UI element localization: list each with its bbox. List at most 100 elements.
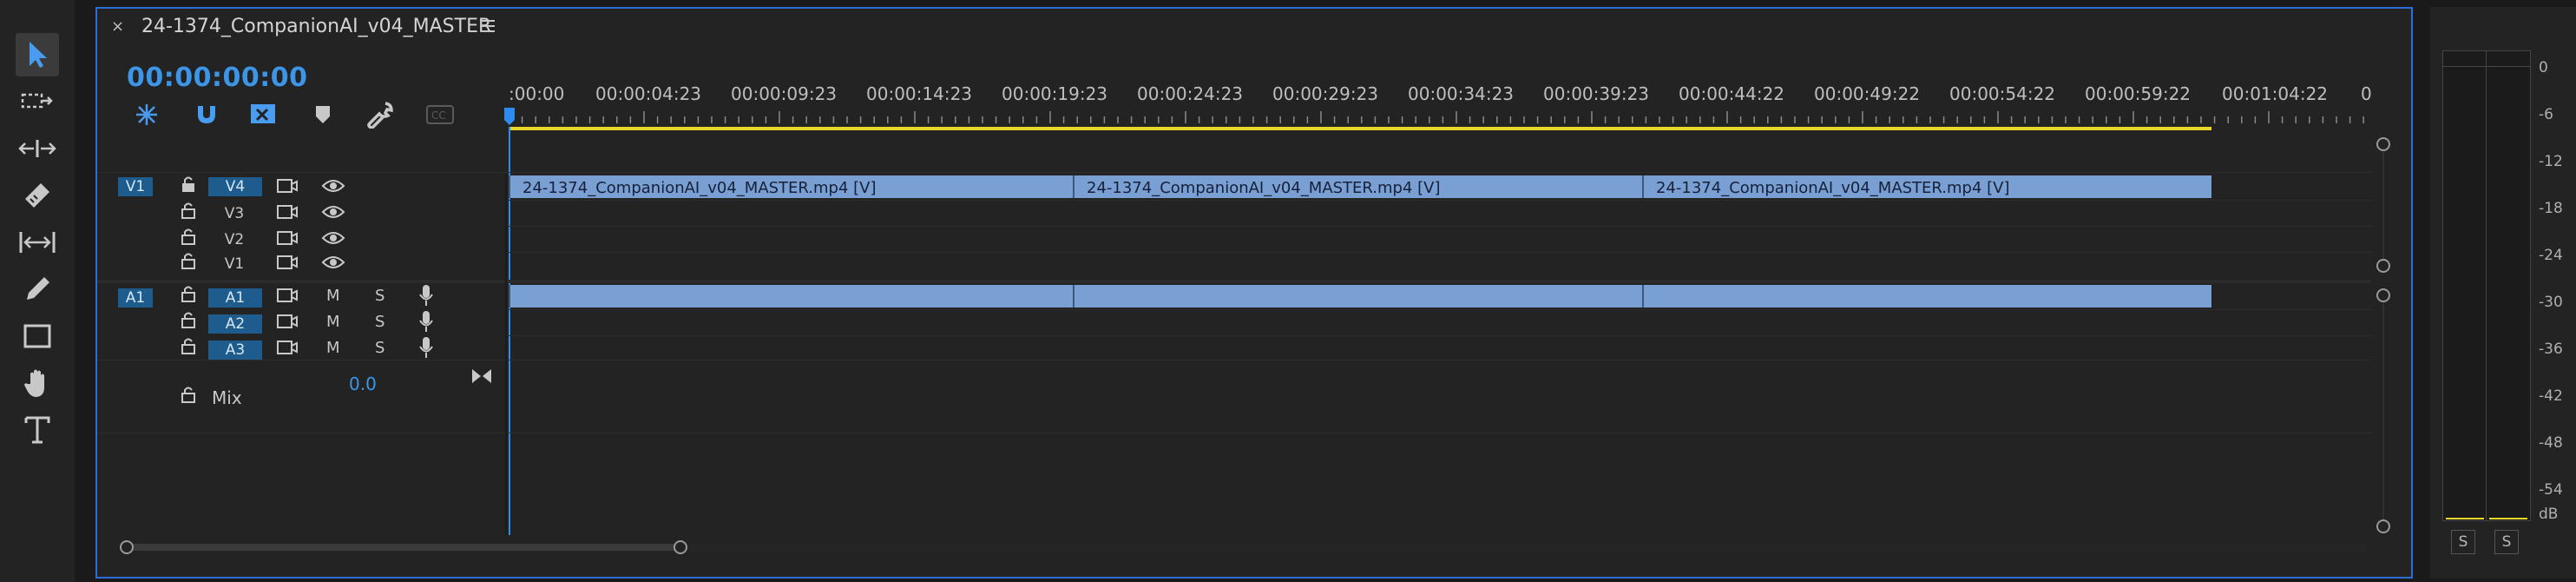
ripple-edit-tool-icon[interactable] xyxy=(16,127,59,170)
film-icon[interactable] xyxy=(276,203,299,225)
solo-button[interactable]: S xyxy=(375,313,384,331)
work-area-bar[interactable] xyxy=(509,127,2211,130)
mic-icon[interactable] xyxy=(418,283,434,312)
source-patch-v1[interactable]: V1 xyxy=(118,177,153,196)
solo-left-button[interactable]: S xyxy=(2451,530,2475,554)
lock-icon[interactable] xyxy=(181,337,196,359)
audio-clip[interactable] xyxy=(1073,285,1642,308)
track-label-v1[interactable]: V1 xyxy=(217,255,252,273)
audio-clip[interactable] xyxy=(1642,285,2211,308)
video-clip[interactable]: 24-1374_CompanionAI_v04_MASTER.mp4 [V] xyxy=(1073,175,1642,198)
playhead-timecode[interactable]: 00:00:00:00 xyxy=(127,63,307,93)
slip-tool-icon[interactable] xyxy=(16,221,59,264)
pen-tool-icon[interactable] xyxy=(16,268,59,311)
razor-tool-icon[interactable] xyxy=(16,174,59,217)
eye-icon[interactable] xyxy=(321,229,345,251)
mute-button[interactable]: M xyxy=(326,287,340,305)
video-audio-divider xyxy=(97,280,2371,283)
meter-level-left xyxy=(2446,518,2484,519)
audio-clip[interactable] xyxy=(509,285,1073,308)
hand-tool-icon[interactable] xyxy=(16,361,59,405)
db-scale-label: -6 xyxy=(2539,106,2553,123)
mic-icon[interactable] xyxy=(418,335,434,364)
panel-menu-icon[interactable] xyxy=(480,19,496,36)
solo-button[interactable]: S xyxy=(375,287,384,305)
meter-level-right xyxy=(2489,518,2527,519)
lock-icon[interactable] xyxy=(181,175,196,197)
eye-icon[interactable] xyxy=(321,177,345,199)
solo-right-button[interactable]: S xyxy=(2494,530,2519,554)
nest-icon[interactable] xyxy=(132,103,161,130)
eye-icon[interactable] xyxy=(321,254,345,275)
horizontal-zoom-handle-right[interactable] xyxy=(674,540,687,554)
captions-icon[interactable]: CC xyxy=(425,104,455,129)
db-scale-label: -54 xyxy=(2539,481,2563,499)
track-select-tool-icon[interactable] xyxy=(16,80,59,123)
ruler-label: 00:00:24:23 xyxy=(1137,83,1244,104)
film-icon[interactable] xyxy=(276,229,299,251)
ruler-label: :00:00 xyxy=(509,83,565,104)
meter-divider xyxy=(2486,50,2487,521)
selection-tool-icon[interactable] xyxy=(16,33,59,76)
lock-icon[interactable] xyxy=(181,252,196,274)
meter-frame xyxy=(2442,50,2531,521)
film-icon[interactable] xyxy=(276,313,299,334)
lock-icon[interactable] xyxy=(181,386,196,407)
audio-zoom-handle-bottom[interactable] xyxy=(2376,519,2390,533)
video-clip[interactable]: 24-1374_CompanionAI_v04_MASTER.mp4 [V] xyxy=(509,175,1073,198)
film-icon[interactable] xyxy=(276,177,299,199)
track-row-line xyxy=(507,309,2373,310)
audio-zoom-handle-top[interactable] xyxy=(2376,288,2390,302)
horizontal-zoom-handle-left[interactable] xyxy=(120,540,134,554)
mic-icon[interactable] xyxy=(418,309,434,338)
marker-icon[interactable] xyxy=(314,104,332,129)
lock-icon[interactable] xyxy=(181,311,196,333)
source-patch-a1[interactable]: A1 xyxy=(118,288,153,308)
track-target-a3[interactable]: A3 xyxy=(208,341,262,360)
mix-label: Mix xyxy=(212,387,242,408)
db-scale-label: dB xyxy=(2539,506,2559,523)
snap-icon[interactable] xyxy=(194,103,220,130)
go-to-in-out-icon[interactable] xyxy=(470,365,493,391)
track-target-v4[interactable]: V4 xyxy=(208,177,262,196)
eye-icon[interactable] xyxy=(321,203,345,225)
mute-button[interactable]: M xyxy=(326,339,340,357)
lock-icon[interactable] xyxy=(181,285,196,307)
lock-icon[interactable] xyxy=(181,228,196,249)
track-label-v3[interactable]: V3 xyxy=(217,205,252,222)
video-clip[interactable]: 24-1374_CompanionAI_v04_MASTER.mp4 [V] xyxy=(1642,175,2211,198)
lock-icon[interactable] xyxy=(181,202,196,223)
track-target-a1[interactable]: A1 xyxy=(208,288,262,308)
ruler-label: 00:00:19:23 xyxy=(1002,83,1108,104)
vertical-scroll-track[interactable] xyxy=(2382,302,2384,519)
ruler-label: 00:01:04:22 xyxy=(2222,83,2329,104)
film-icon[interactable] xyxy=(276,287,299,308)
solo-button[interactable]: S xyxy=(375,339,384,357)
db-scale-label: -30 xyxy=(2539,294,2563,311)
vertical-zoom-handle-top[interactable] xyxy=(2376,137,2390,151)
type-tool-icon[interactable] xyxy=(16,408,59,452)
horizontal-zoom-bar[interactable] xyxy=(127,544,682,551)
mix-volume-value[interactable]: 0.0 xyxy=(349,374,377,394)
sequence-tab-title[interactable]: 24-1374_CompanionAI_v04_MASTER xyxy=(141,16,491,37)
db-scale-label: 0 xyxy=(2539,59,2548,76)
track-label-v2[interactable]: V2 xyxy=(217,231,252,248)
wrench-icon[interactable] xyxy=(366,101,394,132)
ruler-label: 00:00:29:23 xyxy=(1272,83,1379,104)
ruler-label: 00:00:59:22 xyxy=(2085,83,2192,104)
film-icon[interactable] xyxy=(276,254,299,275)
rectangle-tool-icon[interactable] xyxy=(16,314,59,358)
vertical-zoom-handle-bottom[interactable] xyxy=(2376,259,2390,273)
track-target-a2[interactable]: A2 xyxy=(208,314,262,334)
close-tab-icon[interactable]: × xyxy=(111,17,124,36)
vertical-scroll-track[interactable] xyxy=(2382,151,2384,259)
tools-panel xyxy=(0,0,75,582)
header-divider xyxy=(505,174,507,535)
ruler-label: 00:00:04:23 xyxy=(595,83,702,104)
linked-selection-icon[interactable] xyxy=(248,101,278,130)
track-row-line xyxy=(507,200,2373,201)
film-icon[interactable] xyxy=(276,339,299,360)
mute-button[interactable]: M xyxy=(326,313,340,331)
clip-label: 24-1374_CompanionAI_v04_MASTER.mp4 [V] xyxy=(1656,179,2010,197)
ruler-label: 00:00:09:23 xyxy=(731,83,838,104)
